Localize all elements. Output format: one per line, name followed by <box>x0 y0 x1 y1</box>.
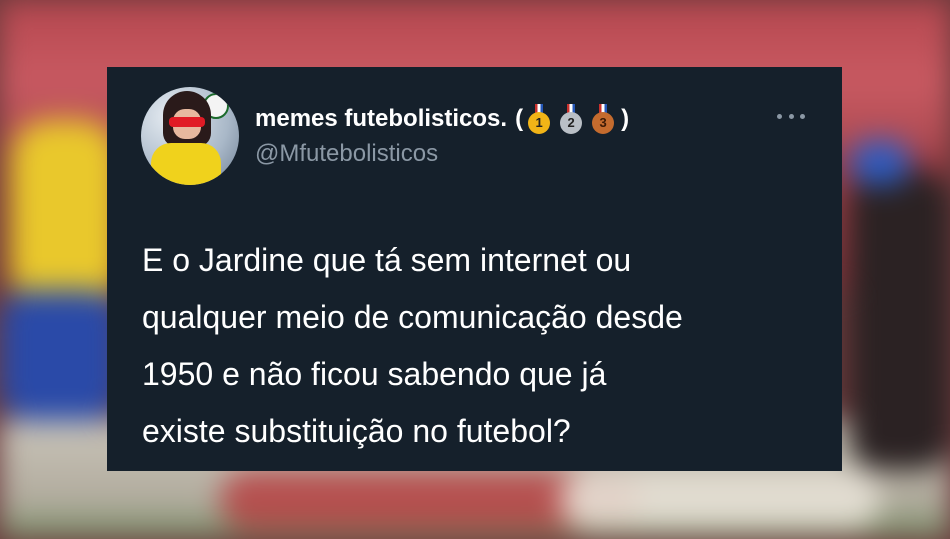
display-name[interactable]: memes futebolisticos. ( 1 2 3 ) <box>255 104 629 134</box>
tweet-text-line: qualquer meio de comunicação desde <box>142 299 683 335</box>
avatar[interactable] <box>141 87 239 185</box>
display-name-text: memes futebolisticos. <box>255 105 508 132</box>
user-handle[interactable]: @Mfutebolisticos <box>255 140 438 168</box>
paren-close: ) <box>621 105 630 132</box>
bronze-medal-icon: 3 <box>590 104 616 134</box>
tweet-card: memes futebolisticos. ( 1 2 3 ) @Mfutebo… <box>107 67 842 471</box>
tweet-text-line: E o Jardine que tá sem internet ou <box>142 242 632 278</box>
tweet-text-line: 1950 e não ficou sabendo que já <box>142 356 607 392</box>
silver-medal-icon: 2 <box>558 104 584 134</box>
more-horizontal-icon[interactable] <box>777 111 805 121</box>
gold-medal-icon: 1 <box>526 104 552 134</box>
paren-open: ( <box>515 105 524 132</box>
tweet-text-line: existe substituição no futebol? <box>142 413 571 449</box>
tweet-text: E o Jardine que tá sem internet ou qualq… <box>142 232 832 460</box>
